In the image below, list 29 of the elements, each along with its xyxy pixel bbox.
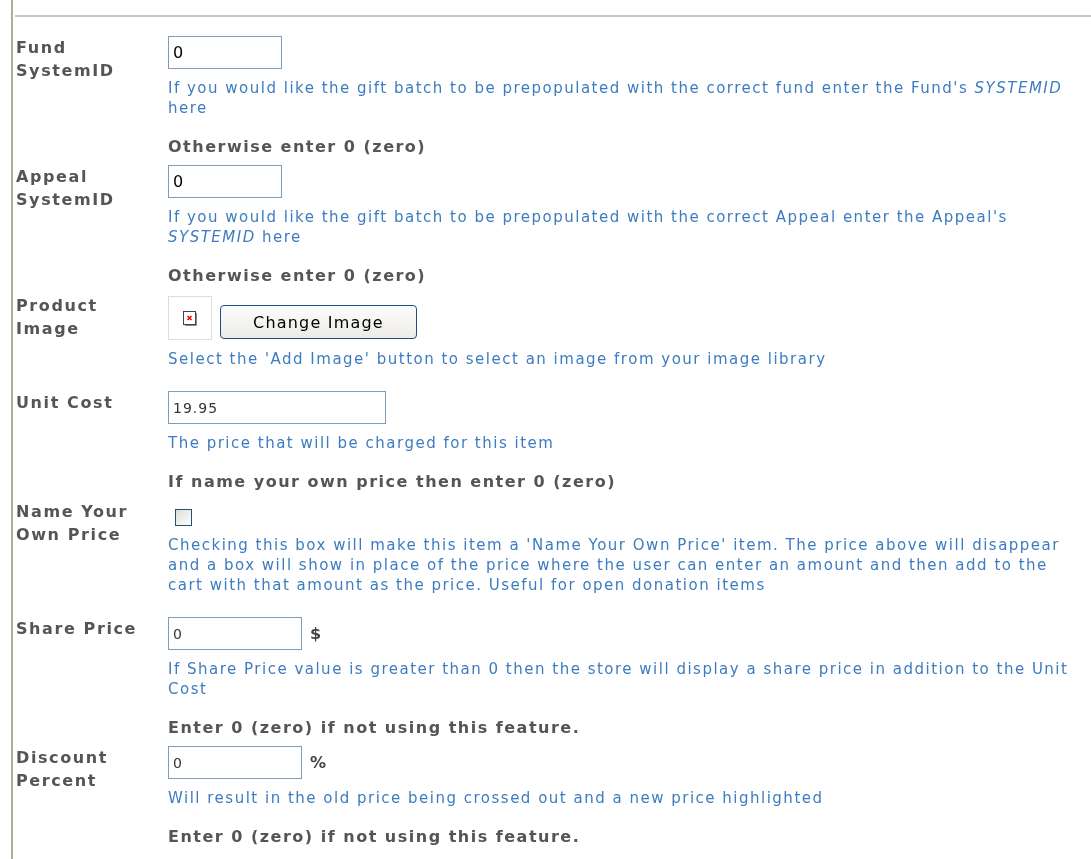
- help-text: If Share Price value is greater than 0 then the store will display a share price in addition to the Unit Cost: [168, 659, 1070, 699]
- field-label: Unit Cost: [16, 392, 115, 414]
- note-text: If name your own price then enter 0 (zero): [168, 472, 617, 492]
- unit-label: $: [310, 624, 322, 643]
- field-label: Fund SystemID: [16, 37, 116, 82]
- help-text: Checking this box will make this item a 'Name Your Own Price' item. The price above will disappear and a box will show in place of the price where the user can enter an amount and then add to the cart with that amount as the price. Useful for open donation items: [168, 535, 1061, 595]
- input-field[interactable]: 0: [168, 617, 302, 650]
- help-text: If you would like the gift batch to be prepopulated with the correct Appeal enter the Appeal's SYSTEMID here: [168, 207, 1009, 247]
- change-image-button[interactable]: Change Image: [220, 305, 417, 339]
- field-label: Share Price: [16, 618, 139, 640]
- input-field[interactable]: 0: [168, 746, 302, 779]
- note-text: Enter 0 (zero) if not using this feature.: [168, 827, 582, 847]
- note-text: Otherwise enter 0 (zero): [168, 266, 428, 286]
- note-text: Enter 0 (zero) if not using this feature.: [168, 718, 582, 738]
- note-text: Otherwise enter 0 (zero): [168, 137, 428, 157]
- input-field[interactable]: 0: [168, 165, 282, 198]
- help-text: Will result in the old price being crossed out and a new price highlighted: [168, 788, 825, 808]
- unit-label: %: [310, 753, 327, 772]
- field-label: Appeal SystemID: [16, 166, 116, 211]
- field-label: Name Your Own Price: [16, 501, 130, 546]
- checkbox[interactable]: [175, 509, 192, 526]
- input-field[interactable]: 0: [168, 36, 282, 69]
- help-text: Select the 'Add Image' button to select an image from your image library: [168, 349, 828, 369]
- broken-image-icon: [183, 310, 197, 326]
- field-label: Product Image: [16, 295, 99, 340]
- input-field[interactable]: 19.95: [168, 391, 386, 424]
- help-text: The price that will be charged for this item: [168, 433, 556, 453]
- help-text: If you would like the gift batch to be prepopulated with the correct fund enter the Fund's SYSTEMID here: [168, 78, 1064, 118]
- field-label: Discount Percent: [16, 747, 109, 792]
